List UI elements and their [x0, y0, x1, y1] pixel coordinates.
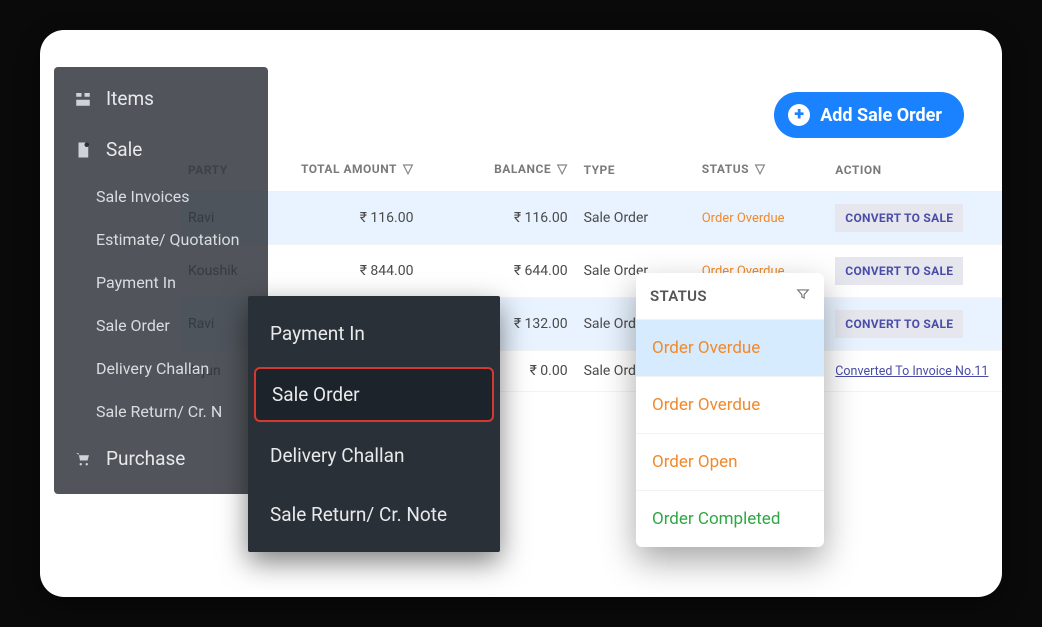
add-sale-order-button[interactable]: + Add Sale Order [774, 92, 964, 138]
cell-total: ₹ 116.00 [267, 192, 421, 245]
convert-to-sale-button[interactable]: CONVERT TO SALE [835, 310, 963, 338]
sidebar-item-payment-in[interactable]: Payment In [54, 261, 268, 304]
converted-link[interactable]: Converted To Invoice No.11 [835, 364, 988, 379]
submenu-sale-return[interactable]: Sale Return/ Cr. Note [248, 485, 500, 544]
sidebar-item-label: Purchase [106, 447, 185, 470]
convert-to-sale-button[interactable]: CONVERT TO SALE [835, 257, 963, 285]
convert-to-sale-button[interactable]: CONVERT TO SALE [835, 204, 963, 232]
status-option[interactable]: Order Open [636, 433, 824, 490]
sidebar: Items Sale Sale Invoices Estimate/ Quota… [54, 67, 268, 494]
sidebar-item-sale[interactable]: Sale [54, 124, 268, 175]
status-option[interactable]: Order Overdue [636, 376, 824, 433]
col-total[interactable]: TOTAL AMOUNT▽ [267, 152, 421, 192]
cell-type: Sale Order [576, 192, 694, 245]
cell-action: CONVERT TO SALE [827, 298, 1002, 351]
col-status[interactable]: STATUS▽ [694, 152, 828, 192]
sidebar-item-estimate[interactable]: Estimate/ Quotation [54, 218, 268, 261]
sidebar-item-label: Items [106, 87, 154, 110]
sale-submenu: Payment In Sale Order Delivery Challan S… [248, 296, 500, 552]
submenu-payment-in[interactable]: Payment In [248, 304, 500, 363]
app-card: + Add Sale Order PARTY TOTAL AMOUNT▽ BAL… [40, 30, 1002, 597]
sidebar-item-label: Sale [106, 138, 142, 161]
cell-balance: ₹ 116.00 [421, 192, 575, 245]
cell-action: CONVERT TO SALE [827, 245, 1002, 298]
sidebar-item-sale-invoices[interactable]: Sale Invoices [54, 175, 268, 218]
plus-icon: + [788, 104, 810, 126]
cell-action: Converted To Invoice No.11 [827, 351, 1002, 392]
add-sale-order-label: Add Sale Order [820, 105, 942, 126]
status-filter-header: STATUS [636, 273, 824, 319]
status-option[interactable]: Order Completed [636, 490, 824, 547]
col-action: ACTION [827, 152, 1002, 192]
sidebar-item-sale-order[interactable]: Sale Order [54, 304, 268, 347]
invoice-icon [72, 141, 94, 159]
cell-action: CONVERT TO SALE [827, 192, 1002, 245]
col-type[interactable]: TYPE [576, 152, 694, 192]
sidebar-item-purchase[interactable]: Purchase [54, 433, 268, 484]
inventory-icon [72, 90, 94, 108]
sidebar-item-sale-return[interactable]: Sale Return/ Cr. N [54, 390, 268, 433]
col-balance[interactable]: BALANCE▽ [421, 152, 575, 192]
table-row[interactable]: Ravi₹ 116.00₹ 116.00Sale OrderOrder Over… [180, 192, 1002, 245]
status-option[interactable]: Order Overdue [636, 319, 824, 376]
filter-icon[interactable]: ▽ [557, 162, 568, 177]
filter-icon[interactable]: ▽ [755, 162, 766, 177]
cell-total: ₹ 844.00 [267, 245, 421, 298]
filter-icon[interactable]: ▽ [403, 162, 414, 177]
cell-balance: ₹ 644.00 [421, 245, 575, 298]
submenu-sale-order[interactable]: Sale Order [254, 367, 494, 422]
submenu-delivery-challan[interactable]: Delivery Challan [248, 426, 500, 485]
sidebar-item-delivery-challan[interactable]: Delivery Challan [54, 347, 268, 390]
table-row[interactable]: Koushik₹ 844.00₹ 644.00Sale OrderOrder O… [180, 245, 1002, 298]
cart-icon [72, 450, 94, 468]
cell-status: Order Overdue [694, 192, 828, 245]
status-filter-popup: STATUS Order OverdueOrder OverdueOrder O… [636, 273, 824, 547]
filter-icon[interactable] [796, 287, 810, 305]
sidebar-item-items[interactable]: Items [54, 73, 268, 124]
